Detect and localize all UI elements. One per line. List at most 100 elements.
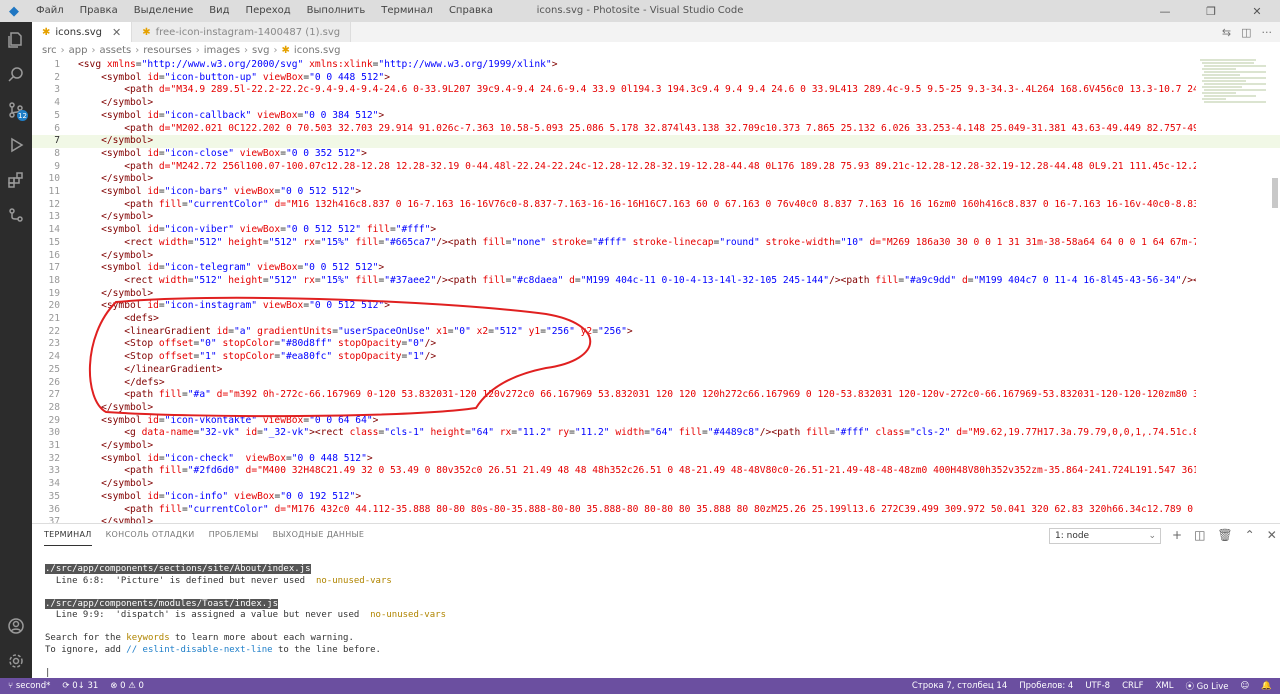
encoding[interactable]: UTF-8 xyxy=(1085,681,1110,691)
menu-go[interactable]: Переход xyxy=(238,0,299,22)
menu-file[interactable]: Файл xyxy=(28,0,72,22)
menu-help[interactable]: Справка xyxy=(441,0,501,22)
menu-edit[interactable]: Правка xyxy=(72,0,126,22)
close-window-button[interactable]: ✕ xyxy=(1234,0,1280,22)
code-line[interactable]: 13 </symbol> xyxy=(32,211,1280,224)
code-line[interactable]: 35 <symbol id="icon-info" viewBox="0 0 1… xyxy=(32,491,1280,504)
scrollbar-thumb[interactable] xyxy=(1272,178,1278,208)
code-line[interactable]: 18 <rect width="512" height="512" rx="15… xyxy=(32,275,1280,288)
code-line[interactable]: 26 </defs> xyxy=(32,377,1280,390)
language-mode[interactable]: XML xyxy=(1156,681,1174,691)
chevron-right-icon: › xyxy=(195,44,200,56)
restore-button[interactable]: ❐ xyxy=(1188,0,1234,22)
code-line[interactable]: 7 </symbol> xyxy=(32,135,1280,148)
code-line[interactable]: 28 </symbol> xyxy=(32,402,1280,415)
line-number: 3 xyxy=(54,84,60,96)
breadcrumb-item[interactable]: resourses xyxy=(143,45,191,56)
indentation[interactable]: Пробелов: 4 xyxy=(1019,681,1073,691)
breadcrumb-item[interactable]: icons.svg xyxy=(294,45,341,56)
breadcrumb-item[interactable]: src xyxy=(42,45,57,56)
code-line[interactable]: 3 <path d="M34.9 289.5l-22.2-22.2c-9.4-9… xyxy=(32,84,1280,97)
code-line[interactable]: 37 </symbol> xyxy=(32,516,1280,523)
tab-free-icon-instagram[interactable]: ✱ free-icon-instagram-1400487 (1).svg xyxy=(132,22,352,42)
source-control-icon[interactable]: 12 xyxy=(0,92,32,127)
go-live-button[interactable]: ⦿ Go Live xyxy=(1185,680,1228,692)
line-number: 36 xyxy=(48,503,60,515)
tab-terminal[interactable]: ТЕРМИНАЛ xyxy=(44,524,92,546)
close-icon[interactable]: ✕ xyxy=(112,26,121,39)
more-actions-icon[interactable]: ··· xyxy=(1262,26,1273,39)
code-line[interactable]: 6 <path d="M202.021 0C122.202 0 70.503 3… xyxy=(32,123,1280,136)
new-terminal-icon[interactable]: + xyxy=(1172,528,1182,542)
code-line[interactable]: 23 <Stop offset="0" stopColor="#80d8ff" … xyxy=(32,338,1280,351)
breadcrumb-item[interactable]: svg xyxy=(252,45,269,56)
feedback-icon[interactable]: ☺ xyxy=(1241,681,1250,691)
code-line[interactable]: 10 </symbol> xyxy=(32,173,1280,186)
code-line[interactable]: 34 </symbol> xyxy=(32,478,1280,491)
breadcrumb-item[interactable]: images xyxy=(204,45,240,56)
code-line[interactable]: 36 <path fill="currentColor" d="M176 432… xyxy=(32,504,1280,517)
search-icon[interactable] xyxy=(0,57,32,92)
maximize-panel-icon[interactable]: ⌃ xyxy=(1245,528,1255,542)
open-changes-icon[interactable]: ⇆ xyxy=(1222,26,1231,39)
tab-icons-svg[interactable]: ✱ icons.svg ✕ xyxy=(32,22,133,42)
settings-gear-icon[interactable] xyxy=(0,643,32,678)
terminal-output[interactable]: ./src/app/components/sections/site/About… xyxy=(45,564,446,679)
explorer-icon[interactable] xyxy=(0,22,32,57)
account-icon[interactable] xyxy=(0,608,32,643)
menu-selection[interactable]: Выделение xyxy=(126,0,202,22)
code-line[interactable]: 12 <path fill="currentColor" d="M16 132h… xyxy=(32,199,1280,212)
code-line[interactable]: 5 <symbol id="icon-callback" viewBox="0 … xyxy=(32,110,1280,123)
code-line[interactable]: 27 <path fill="#a" d="m392 0h-272c-66.16… xyxy=(32,389,1280,402)
branch-indicator[interactable]: ⑂ second* xyxy=(8,681,50,691)
minimize-button[interactable]: — xyxy=(1142,0,1188,22)
close-panel-icon[interactable]: ✕ xyxy=(1267,528,1277,542)
menu-run[interactable]: Выполнить xyxy=(299,0,374,22)
code-line[interactable]: 21 <defs> xyxy=(32,313,1280,326)
code-line[interactable]: 30 <g data-name="32-vk" id="_32-vk"><rec… xyxy=(32,427,1280,440)
tab-debug-console[interactable]: КОНСОЛЬ ОТЛАДКИ xyxy=(106,524,195,546)
code-line[interactable]: 17 <symbol id="icon-telegram" viewBox="0… xyxy=(32,262,1280,275)
code-line[interactable]: 9 <path d="M242.72 256l100.07-100.07c12.… xyxy=(32,161,1280,174)
sync-indicator[interactable]: ⟳ 0↓ 31 xyxy=(62,681,98,691)
split-terminal-icon[interactable]: ◫ xyxy=(1194,528,1205,542)
remote-explorer-icon[interactable] xyxy=(0,197,32,232)
code-line[interactable]: 8 <symbol id="icon-close" viewBox="0 0 3… xyxy=(32,148,1280,161)
code-line[interactable]: 11 <symbol id="icon-bars" viewBox="0 0 5… xyxy=(32,186,1280,199)
line-number: 23 xyxy=(48,338,60,350)
code-line[interactable]: 4 </symbol> xyxy=(32,97,1280,110)
run-debug-icon[interactable] xyxy=(0,127,32,162)
code-line[interactable]: 16 </symbol> xyxy=(32,250,1280,263)
code-line[interactable]: 33 <path fill="#2fd6d0" d="M400 32H48C21… xyxy=(32,465,1280,478)
code-line[interactable]: 15 <rect width="512" height="512" rx="15… xyxy=(32,237,1280,250)
problems-indicator[interactable]: ⊗ 0 ⚠ 0 xyxy=(110,681,144,691)
line-ending[interactable]: CRLF xyxy=(1122,681,1143,691)
code-line[interactable]: 25 </linearGradient> xyxy=(32,364,1280,377)
code-line[interactable]: 14 <symbol id="icon-viber" viewBox="0 0 … xyxy=(32,224,1280,237)
menu-terminal[interactable]: Терминал xyxy=(373,0,441,22)
code-line[interactable]: 24 <Stop offset="1" stopColor="#ea80fc" … xyxy=(32,351,1280,364)
code-line[interactable]: 22 <linearGradient id="a" gradientUnits=… xyxy=(32,326,1280,339)
code-line[interactable]: 1 <svg xmlns="http://www.w3.org/2000/svg"… xyxy=(32,59,1280,72)
extensions-icon[interactable] xyxy=(0,162,32,197)
notifications-icon[interactable]: 🔔 xyxy=(1261,681,1272,691)
code-line[interactable]: 31 </symbol> xyxy=(32,440,1280,453)
code-line[interactable]: 2 <symbol id="icon-button-up" viewBox="0… xyxy=(32,72,1280,85)
code-editor[interactable]: 1 <svg xmlns="http://www.w3.org/2000/svg"… xyxy=(32,58,1280,523)
code-line[interactable]: 20 <symbol id="icon-instagram" viewBox="… xyxy=(32,300,1280,313)
breadcrumb-item[interactable]: assets xyxy=(99,45,131,56)
tab-output[interactable]: ВЫХОДНЫЕ ДАННЫЕ xyxy=(273,524,365,546)
vertical-scrollbar[interactable] xyxy=(1268,58,1280,523)
tab-problems[interactable]: ПРОБЛЕМЫ xyxy=(209,524,259,546)
line-number: 5 xyxy=(54,109,60,121)
minimap[interactable] xyxy=(1196,58,1268,523)
terminal-select[interactable]: 1: node ⌄ xyxy=(1049,528,1161,544)
cursor-position[interactable]: Строка 7, столбец 14 xyxy=(912,681,1007,691)
menu-view[interactable]: Вид xyxy=(201,0,237,22)
code-line[interactable]: 32 <symbol id="icon-check" viewBox="0 0 … xyxy=(32,453,1280,466)
kill-terminal-icon[interactable]: 🗑 xyxy=(1217,528,1232,542)
code-line[interactable]: 19 </symbol> xyxy=(32,288,1280,301)
code-line[interactable]: 29 <symbol id="icon-vkontakte" viewBox="… xyxy=(32,415,1280,428)
split-editor-icon[interactable]: ◫ xyxy=(1241,26,1251,39)
breadcrumb-item[interactable]: app xyxy=(69,45,88,56)
